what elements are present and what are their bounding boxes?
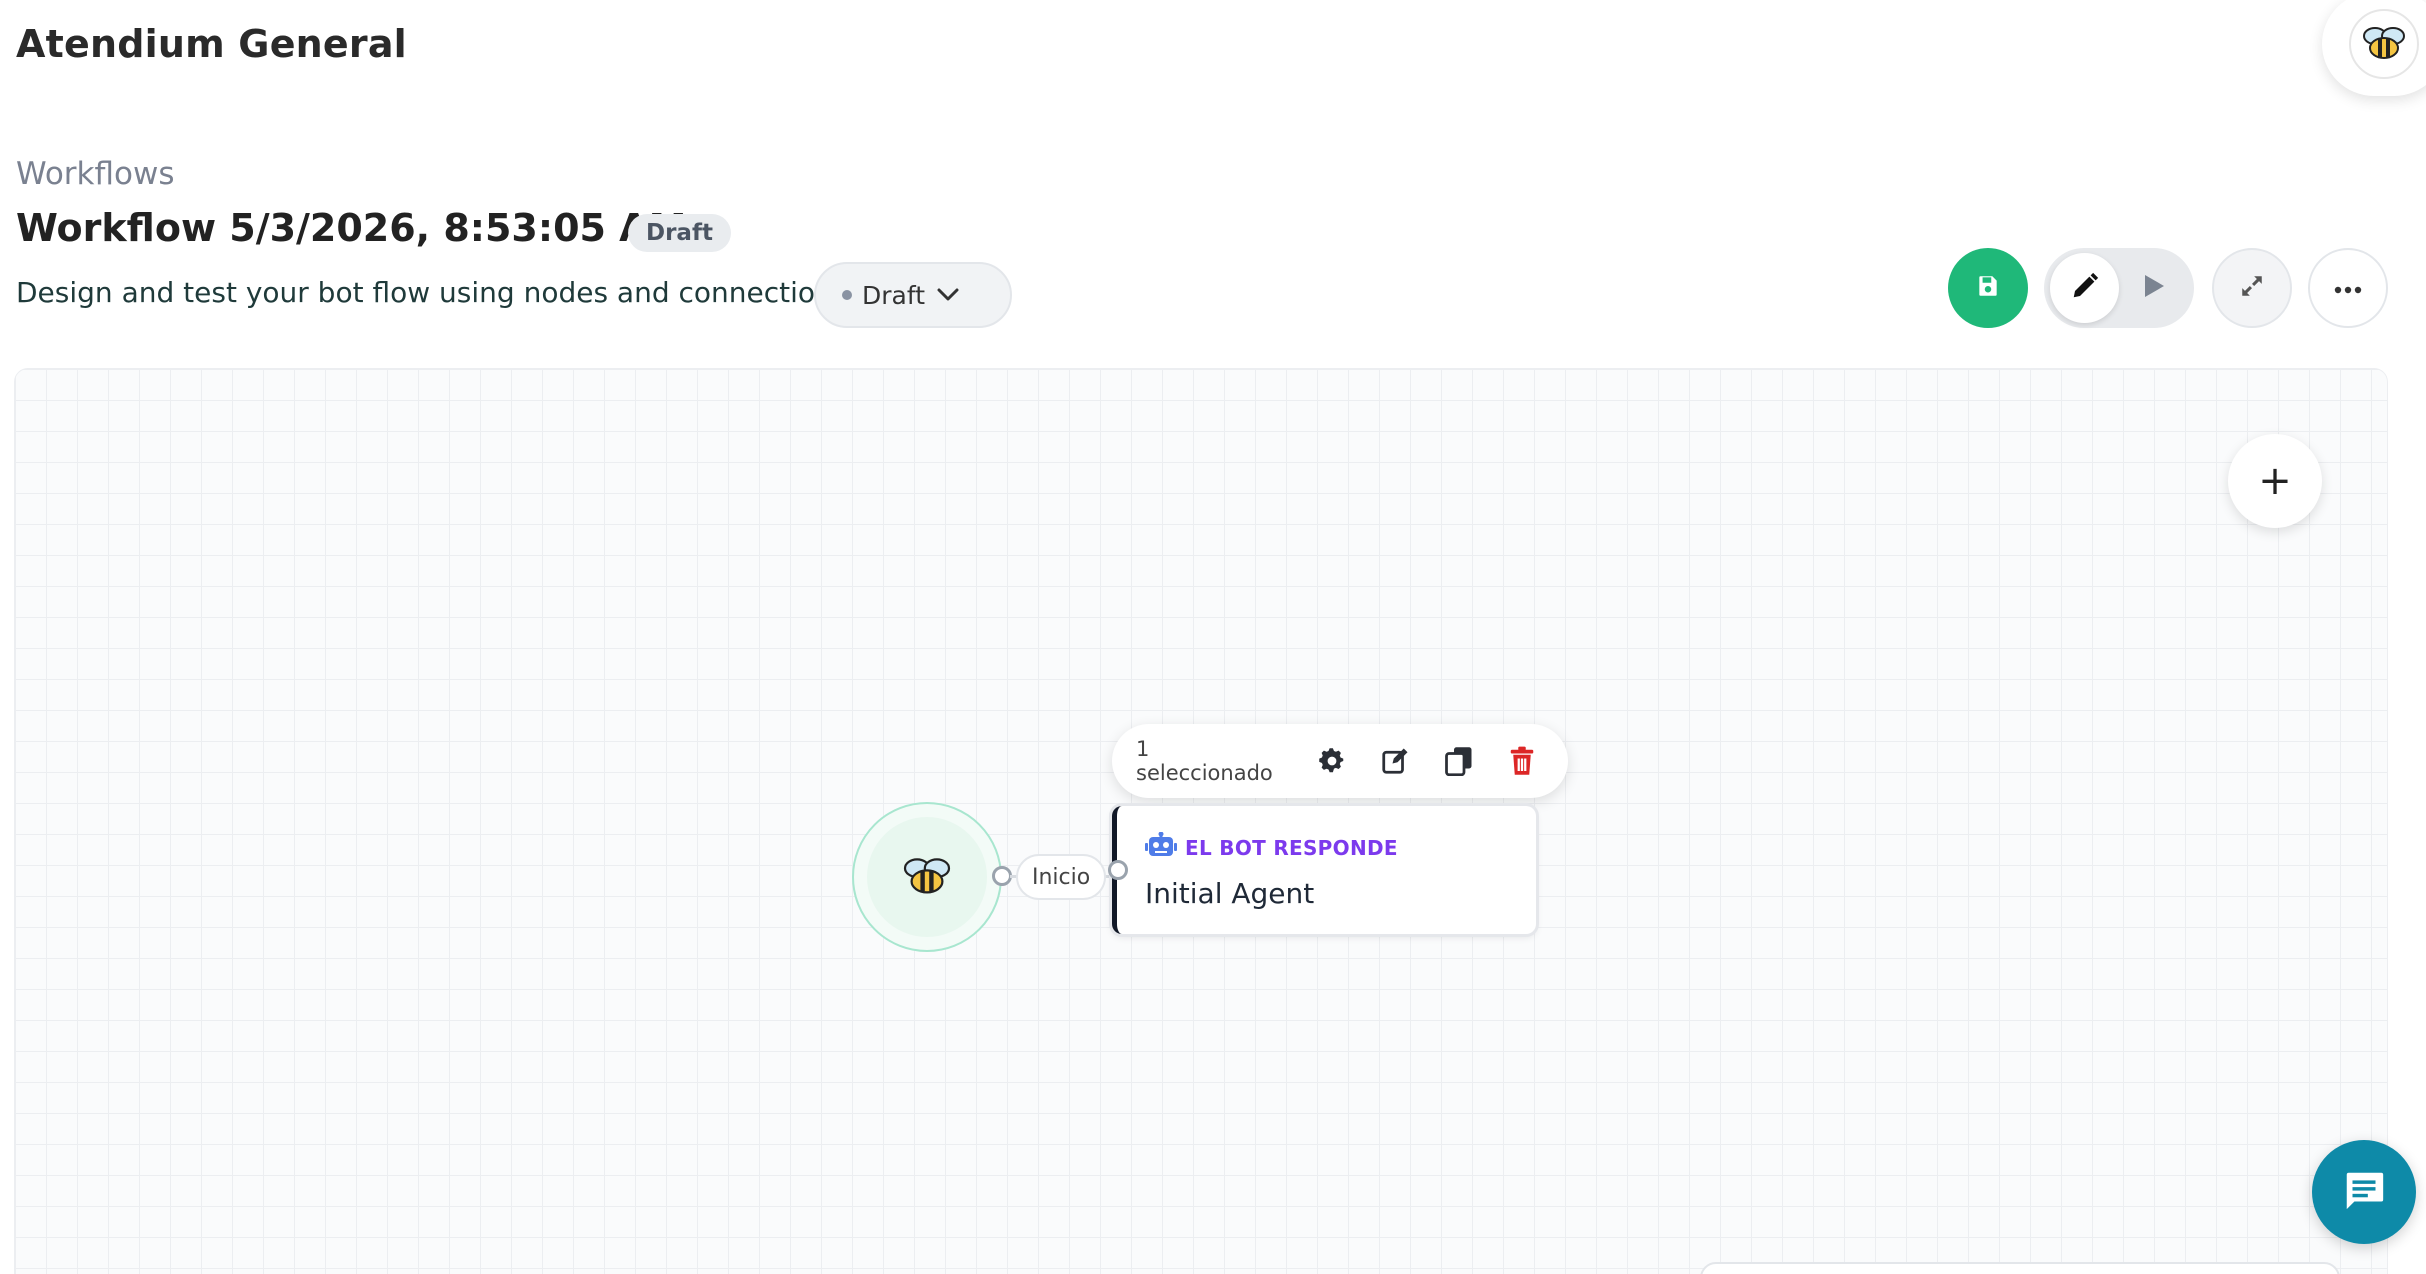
pencil-icon	[2070, 271, 2100, 305]
test-mode-button[interactable]	[2119, 253, 2188, 323]
add-node-button[interactable]: +	[2228, 434, 2322, 528]
status-dot	[842, 290, 852, 300]
page-title: Workflow 5/3/2026, 8:53:05 AM	[16, 206, 687, 250]
save-icon	[1975, 273, 2001, 303]
robot-icon	[1145, 831, 1185, 863]
mode-toggle[interactable]	[2044, 248, 2194, 328]
status-badge: Draft	[628, 214, 731, 252]
gear-icon[interactable]	[1314, 743, 1349, 779]
bee-logo-icon	[2349, 9, 2419, 79]
status-dropdown[interactable]: Draft	[814, 262, 1012, 328]
edge-label: Inicio	[1016, 854, 1107, 900]
expand-icon	[2239, 273, 2265, 303]
start-node-output-handle[interactable]	[992, 866, 1012, 886]
workflow-editor-page: Atendium General Workflows Workflow 5/3/…	[0, 0, 2426, 1274]
edit-icon[interactable]	[1378, 743, 1413, 779]
agent-node[interactable]: EL BOT RESPONDE Initial Agent	[1112, 806, 1536, 934]
selection-count: 1 seleccionado	[1136, 737, 1273, 785]
chevron-down-icon	[937, 288, 959, 302]
fullscreen-button[interactable]	[2212, 248, 2292, 328]
page-description: Design and test your bot flow using node…	[16, 276, 857, 309]
save-button[interactable]	[1948, 248, 2028, 328]
breadcrumb[interactable]: Workflows	[16, 156, 175, 192]
node-type-label: EL BOT RESPONDE	[1185, 835, 1398, 860]
app-title: Atendium General	[16, 22, 407, 66]
chat-button[interactable]	[2312, 1140, 2416, 1244]
selection-toolbar: 1 seleccionado	[1112, 724, 1568, 798]
bottom-panel[interactable]	[1700, 1262, 2340, 1274]
play-icon	[2142, 273, 2166, 303]
edit-mode-button[interactable]	[2050, 253, 2119, 323]
start-node[interactable]	[852, 802, 1002, 952]
copy-icon[interactable]	[1441, 743, 1476, 779]
trash-icon[interactable]	[1505, 743, 1540, 779]
node-type-row: EL BOT RESPONDE	[1145, 831, 1508, 863]
plus-icon: +	[2258, 458, 2292, 504]
bee-start-icon	[867, 817, 987, 937]
agent-node-input-handle[interactable]	[1108, 860, 1128, 880]
more-options-button[interactable]	[2308, 248, 2388, 328]
more-icon	[2334, 279, 2362, 298]
chat-icon	[2341, 1167, 2387, 1217]
node-name: Initial Agent	[1145, 877, 1315, 910]
user-avatar[interactable]	[2322, 0, 2426, 96]
status-dropdown-value: Draft	[862, 280, 926, 310]
